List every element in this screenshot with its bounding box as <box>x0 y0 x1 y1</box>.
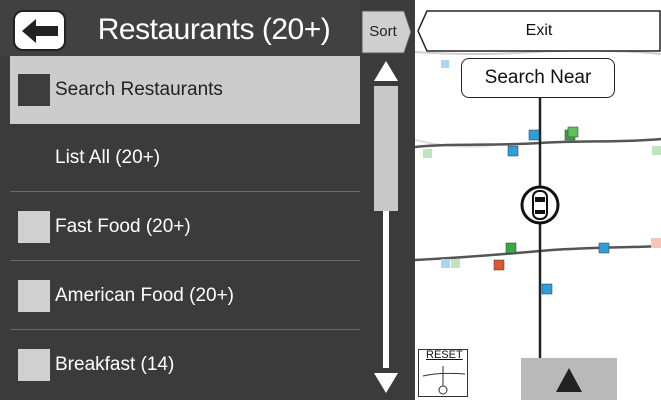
reset-button[interactable]: RESET <box>418 349 468 397</box>
reset-label: RESET <box>426 349 463 361</box>
poi-marker[interactable] <box>528 129 540 141</box>
poi-marker[interactable] <box>598 242 610 254</box>
scroll-up-icon[interactable] <box>373 60 399 82</box>
sort-label: Sort <box>369 23 397 40</box>
list-item-label: Fast Food (20+) <box>55 216 191 237</box>
poi-marker[interactable] <box>505 242 517 254</box>
poi-marker[interactable] <box>567 126 579 138</box>
vehicle-position-icon <box>520 185 560 225</box>
scroll-thumb[interactable] <box>374 86 398 211</box>
list-item-label: American Food (20+) <box>55 285 234 306</box>
list-item-label: List All (20+) <box>55 147 161 168</box>
expand-panel-button[interactable] <box>521 358 617 400</box>
scroll-down-icon[interactable] <box>373 372 399 394</box>
list-item-breakfast[interactable]: Breakfast (14) <box>10 331 360 399</box>
list-item-label: Breakfast (14) <box>55 354 175 375</box>
exit-label: Exit <box>525 22 553 39</box>
checkbox[interactable] <box>18 280 50 312</box>
list-item-search-restaurants[interactable]: Search Restaurants <box>10 56 360 124</box>
checkbox[interactable] <box>18 211 50 243</box>
sort-button[interactable]: Sort <box>360 10 412 54</box>
poi-marker[interactable] <box>423 149 432 158</box>
poi-marker[interactable] <box>441 259 450 268</box>
exit-button[interactable]: Exit <box>417 10 661 52</box>
map-view[interactable]: Exit Search Near RESET <box>415 0 661 400</box>
checkbox <box>18 74 50 106</box>
page-title: Restaurants (20+) <box>97 13 331 46</box>
scrollbar[interactable] <box>362 56 410 400</box>
category-panel: Restaurants (20+) Sort Search Restaurant… <box>0 0 415 400</box>
poi-marker[interactable] <box>493 259 505 271</box>
category-list: Search Restaurants List All (20+) Fast F… <box>10 56 360 400</box>
poi-marker[interactable] <box>541 283 553 295</box>
poi-marker[interactable] <box>652 146 661 155</box>
back-arrow-icon <box>22 19 58 43</box>
header-bar: Restaurants (20+) <box>0 0 360 56</box>
search-near-button[interactable]: Search Near <box>461 58 615 98</box>
list-item-list-all[interactable]: List All (20+) <box>10 124 360 192</box>
poi-marker[interactable] <box>507 145 519 157</box>
poi-marker[interactable] <box>441 60 449 68</box>
list-item-american-food[interactable]: American Food (20+) <box>10 262 360 330</box>
list-item-fast-food[interactable]: Fast Food (20+) <box>10 193 360 261</box>
poi-marker[interactable] <box>651 238 661 248</box>
checkbox[interactable] <box>18 349 50 381</box>
list-item-label: Search Restaurants <box>55 79 223 100</box>
poi-marker[interactable] <box>451 259 460 268</box>
back-button[interactable] <box>13 10 66 51</box>
